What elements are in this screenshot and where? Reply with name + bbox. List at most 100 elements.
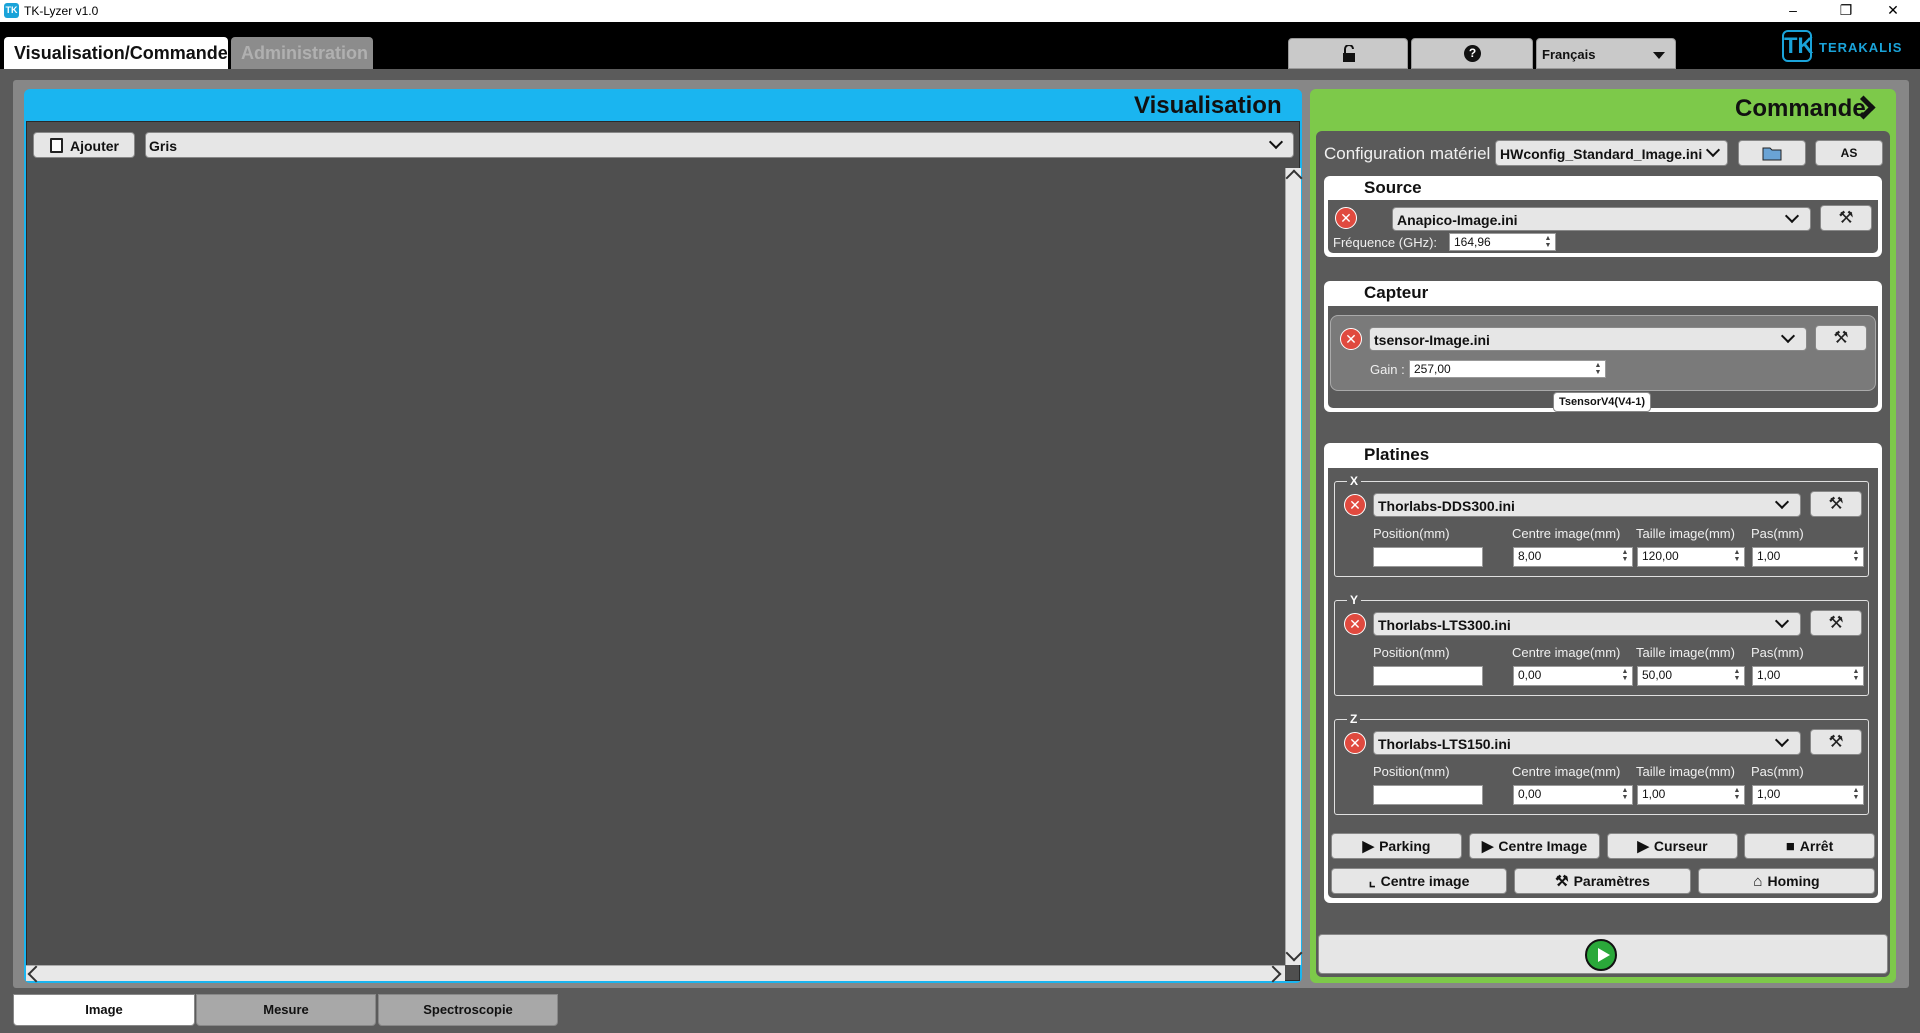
source-file-select[interactable]: Anapico-Image.ini	[1392, 207, 1811, 231]
axis-y-centre-value: 0,00	[1518, 668, 1542, 682]
set-centre-image-button[interactable]: ⌞ Centre image	[1331, 868, 1507, 894]
minimize-button[interactable]: –	[1770, 0, 1816, 22]
run-button[interactable]	[1318, 934, 1888, 974]
spinner-icon[interactable]: ▲ ▼	[1731, 549, 1743, 563]
spinner-icon[interactable]: ▲ ▼	[1542, 235, 1554, 249]
remove-source-button[interactable]: ✕	[1335, 207, 1357, 229]
spinner-icon[interactable]: ▲ ▼	[1619, 668, 1631, 682]
maximize-button[interactable]: ❐	[1823, 0, 1869, 22]
axis-z-pas-field[interactable]: 1,00 ▲ ▼	[1752, 785, 1864, 805]
homing-label: Homing	[1767, 873, 1820, 889]
language-select[interactable]: Français	[1536, 38, 1676, 69]
axis-z-taille-field[interactable]: 1,00 ▲ ▼	[1637, 785, 1745, 805]
axis-z-centre-field[interactable]: 0,00 ▲ ▼	[1513, 785, 1633, 805]
spinner-icon[interactable]: ▲ ▼	[1850, 787, 1862, 801]
axis-y-taille-field[interactable]: 50,00 ▲ ▼	[1637, 666, 1745, 686]
palette-value: Gris	[149, 138, 178, 154]
help-button[interactable]: ?	[1411, 38, 1533, 69]
frequency-field[interactable]: 164,96 ▲ ▼	[1449, 233, 1556, 251]
axis-y-pas-label: Pas(mm)	[1751, 645, 1804, 660]
homing-button[interactable]: ⌂ Homing	[1698, 868, 1875, 894]
cursor-button[interactable]: ▶ Curseur	[1607, 833, 1738, 859]
stop-button[interactable]: ■ Arrêt	[1744, 833, 1875, 859]
horizontal-scrollbar[interactable]	[26, 965, 1285, 983]
chevron-down-icon	[1774, 613, 1790, 629]
axis-y-centre-label: Centre image(mm)	[1512, 645, 1621, 660]
tab-administration[interactable]: Administration	[231, 37, 373, 69]
axis-x-centre-label: Centre image(mm)	[1512, 526, 1621, 541]
source-settings-button[interactable]: ⚒	[1820, 205, 1872, 231]
remove-axis-y-button[interactable]: ✕	[1344, 613, 1366, 635]
axis-z-taille-label: Taille image(mm)	[1636, 764, 1735, 779]
axis-y-position-field[interactable]	[1373, 666, 1483, 686]
remove-axis-z-button[interactable]: ✕	[1344, 732, 1366, 754]
chevron-down-icon	[1705, 142, 1721, 158]
scroll-down-icon	[1285, 944, 1303, 962]
axis-y-centre-field[interactable]: 0,00 ▲ ▼	[1513, 666, 1633, 686]
tab-spectroscopie[interactable]: Spectroscopie	[378, 994, 558, 1026]
axis-x-file-select[interactable]: Thorlabs-DDS300.ini	[1373, 493, 1801, 517]
remove-capteur-button[interactable]: ✕	[1340, 328, 1362, 350]
axis-x-centre-value: 8,00	[1518, 549, 1542, 563]
remove-axis-x-button[interactable]: ✕	[1344, 494, 1366, 516]
source-file-value: Anapico-Image.ini	[1397, 212, 1518, 228]
spinner-icon[interactable]: ▲ ▼	[1850, 549, 1862, 563]
axis-x-settings-button[interactable]: ⚒	[1810, 491, 1862, 517]
tools-icon: ⚒	[1828, 732, 1844, 751]
save-as-button[interactable]: AS	[1815, 140, 1883, 166]
spinner-icon[interactable]: ▲ ▼	[1619, 787, 1631, 801]
tab-image[interactable]: Image	[13, 994, 195, 1026]
tab-mesure[interactable]: Mesure	[196, 994, 376, 1026]
save-as-icon: AS	[1840, 146, 1858, 160]
axis-x-pas-field[interactable]: 1,00 ▲ ▼	[1752, 547, 1864, 567]
window-title: TK-Lyzer v1.0	[24, 4, 99, 18]
axis-y-settings-button[interactable]: ⚒	[1810, 610, 1862, 636]
close-window-button[interactable]: ✕	[1870, 0, 1916, 22]
capteur-settings-button[interactable]: ⚒	[1815, 325, 1867, 351]
parameters-label: Paramètres	[1573, 873, 1650, 889]
play-icon	[1585, 939, 1617, 971]
axis-z-position-field[interactable]	[1373, 785, 1483, 805]
axis-x-centre-field[interactable]: 8,00 ▲ ▼	[1513, 547, 1633, 567]
axis-y-file-select[interactable]: Thorlabs-LTS300.ini	[1373, 612, 1801, 636]
lock-button[interactable]	[1288, 38, 1408, 69]
axis-z-centre-value: 0,00	[1518, 787, 1542, 801]
axis-z-settings-button[interactable]: ⚒	[1810, 729, 1862, 755]
play-circle-icon: ▶	[1362, 838, 1375, 855]
axis-x-position-field[interactable]	[1373, 547, 1483, 567]
axis-x-pas-label: Pas(mm)	[1751, 526, 1804, 541]
spinner-icon[interactable]: ▲ ▼	[1619, 549, 1631, 563]
axis-x-taille-field[interactable]: 120,00 ▲ ▼	[1637, 547, 1745, 567]
parameters-button[interactable]: ⚒ Paramètres	[1514, 868, 1691, 894]
axis-x-taille-value: 120,00	[1642, 549, 1679, 563]
logo-mark: TK	[1782, 30, 1813, 62]
spinner-icon[interactable]: ▲ ▼	[1850, 668, 1862, 682]
axis-z-label: Z	[1347, 712, 1361, 726]
scroll-up-icon	[1285, 169, 1303, 187]
source-title: Source	[1364, 178, 1422, 197]
load-config-button[interactable]	[1738, 140, 1806, 166]
axis-y-pas-field[interactable]: 1,00 ▲ ▼	[1752, 666, 1864, 686]
gain-field[interactable]: 257,00 ▲ ▼	[1409, 360, 1606, 378]
logo-text: TERAKALIS	[1819, 40, 1903, 55]
image-canvas[interactable]	[26, 121, 1300, 981]
axis-z-file-select[interactable]: Thorlabs-LTS150.ini	[1373, 731, 1801, 755]
tab-visualisation-commande[interactable]: Visualisation/Commande	[4, 37, 228, 69]
gain-label: Gain :	[1370, 362, 1405, 377]
centre-image-goto-button[interactable]: ▶ Centre Image	[1469, 833, 1600, 859]
capteur-file-select[interactable]: tsensor-Image.ini	[1369, 327, 1807, 351]
palette-select[interactable]: Gris	[145, 132, 1294, 158]
parking-button[interactable]: ▶ Parking	[1331, 833, 1462, 859]
hw-config-value: HWconfig_Standard_Image.ini	[1500, 146, 1703, 162]
spinner-icon[interactable]: ▲ ▼	[1731, 787, 1743, 801]
scroll-right-icon	[1264, 965, 1282, 983]
vertical-scrollbar[interactable]	[1285, 168, 1303, 965]
play-circle-icon: ▶	[1637, 838, 1649, 855]
add-button-label: Ajouter	[70, 138, 119, 154]
commande-title: Commande	[1735, 95, 1866, 122]
add-button[interactable]: Ajouter	[33, 132, 135, 158]
tools-icon: ⚒	[1828, 494, 1844, 513]
spinner-icon[interactable]: ▲ ▼	[1592, 362, 1604, 376]
spinner-icon[interactable]: ▲ ▼	[1731, 668, 1743, 682]
hw-config-select[interactable]: HWconfig_Standard_Image.ini	[1495, 140, 1728, 166]
